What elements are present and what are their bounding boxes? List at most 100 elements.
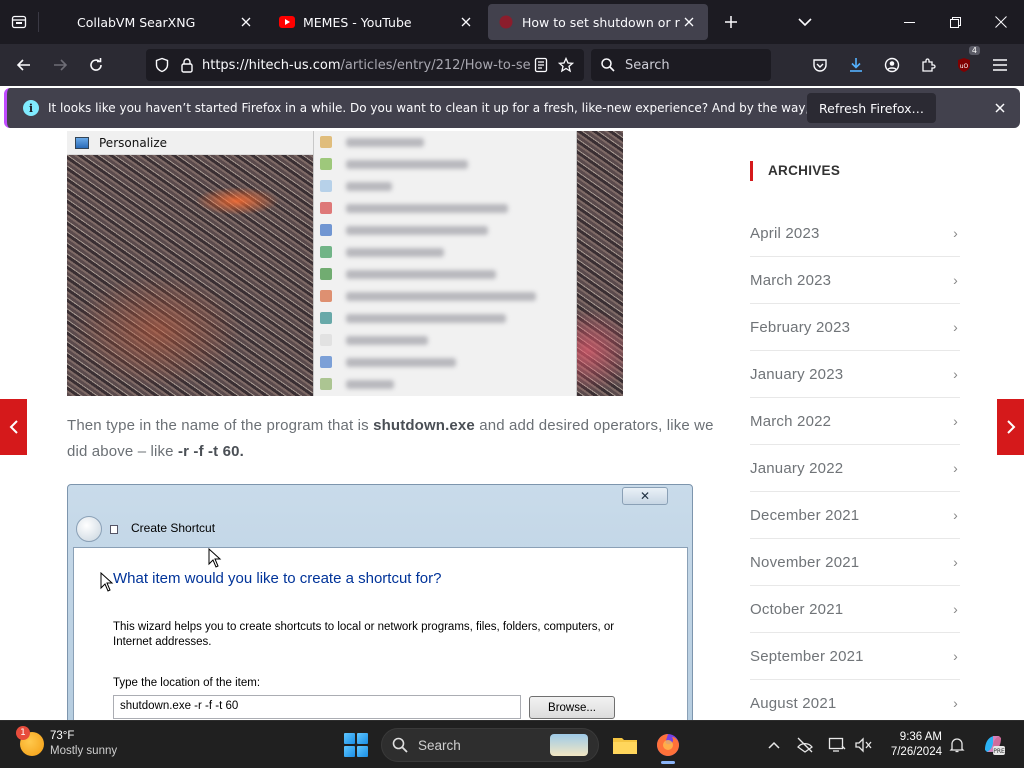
minimize-button[interactable] <box>886 0 932 44</box>
firefox-view-button[interactable] <box>0 0 38 44</box>
archive-link[interactable]: November 2021 › <box>750 539 960 586</box>
navigation-toolbar: https://hitech-us.com/articles/entry/212… <box>0 44 1024 86</box>
url-bar[interactable]: https://hitech-us.com/articles/entry/212… <box>146 49 584 81</box>
chevron-down-icon <box>798 18 812 27</box>
paragraph-text: Then type in the name of the program tha… <box>67 417 374 434</box>
app-menu-button[interactable] <box>982 49 1018 81</box>
tab-separator <box>38 12 39 32</box>
archive-label: August 2021 <box>750 694 837 712</box>
reload-button[interactable] <box>78 49 114 81</box>
tab-close-icon[interactable] <box>237 13 255 31</box>
chevron-up-icon <box>768 741 780 749</box>
forward-button[interactable] <box>42 49 78 81</box>
search-highlight-image <box>550 734 588 756</box>
firefox-taskbar-button[interactable] <box>652 729 684 764</box>
youtube-icon <box>279 14 295 30</box>
list-item <box>314 175 576 197</box>
tab-memes-youtube[interactable]: MEMES - YouTube <box>269 4 485 40</box>
windows-taskbar: 1 73°F Mostly sunny Search 9:36 AM 7/26/… <box>0 720 1024 768</box>
bookmark-star-icon[interactable] <box>558 57 574 73</box>
taskbar-search-box[interactable]: Search <box>381 728 599 762</box>
system-clock[interactable]: 9:36 AM 7/26/2024 <box>878 730 942 760</box>
toolbar-right-group: uO 4 <box>802 46 1018 81</box>
list-item <box>314 219 576 241</box>
notifications-button[interactable] <box>945 733 969 757</box>
list-item <box>314 373 576 395</box>
notification-close-icon[interactable] <box>992 100 1008 116</box>
pocket-icon <box>813 59 827 72</box>
tab-how-to-set-shutdown[interactable]: How to set shutdown or restart <box>488 4 708 40</box>
next-article-arrow[interactable] <box>997 399 1024 455</box>
tab-close-icon[interactable] <box>680 13 698 31</box>
dialog-description: This wizard helps you to create shortcut… <box>113 621 615 648</box>
ublock-origin-button[interactable]: uO 4 <box>946 46 982 81</box>
monitor-icon <box>828 737 846 752</box>
archive-link[interactable]: January 2022 › <box>750 445 960 492</box>
web-page: Personalize Then type in the name of the… <box>0 131 1024 720</box>
firefox-view-icon <box>11 15 27 29</box>
network-status-button[interactable] <box>793 733 817 757</box>
close-window-button[interactable] <box>978 0 1024 44</box>
url-path: /articles/entry/212/How-to-se <box>340 57 531 73</box>
volume-button[interactable] <box>851 733 875 757</box>
extensions-button[interactable] <box>910 49 946 81</box>
shortcut-icon <box>110 525 118 534</box>
archive-link[interactable]: February 2023 › <box>750 304 960 351</box>
list-item <box>314 285 576 307</box>
reader-view-icon[interactable] <box>534 57 548 73</box>
archive-link[interactable]: March 2022 › <box>750 398 960 445</box>
archive-link[interactable]: January 2023 › <box>750 351 960 398</box>
downloads-button[interactable] <box>838 49 874 81</box>
show-hidden-icons-button[interactable] <box>762 733 786 757</box>
tab-close-icon[interactable] <box>457 13 475 31</box>
archives-heading: ARCHIVES <box>750 161 960 181</box>
new-tab-button[interactable] <box>712 4 750 40</box>
shield-icon[interactable] <box>154 57 170 73</box>
personalize-label: Personalize <box>99 135 168 150</box>
mouse-cursor-icon <box>208 548 222 568</box>
weather-widget[interactable]: 1 73°F Mostly sunny <box>16 726 117 759</box>
back-button[interactable] <box>6 49 42 81</box>
context-menu-screenshot-image: Personalize <box>67 131 623 396</box>
ublock-count-badge: 4 <box>968 46 980 55</box>
search-bar[interactable]: Search <box>591 49 771 81</box>
reload-icon <box>90 58 102 71</box>
archive-link[interactable]: December 2021 › <box>750 492 960 539</box>
account-icon <box>884 57 900 73</box>
tab-title: How to set shutdown or restart <box>522 14 680 30</box>
archive-link[interactable]: March 2023 › <box>750 257 960 304</box>
copilot-button[interactable]: PRE <box>980 731 1006 757</box>
archive-link[interactable]: October 2021 › <box>750 586 960 633</box>
display-settings-button[interactable] <box>825 733 849 757</box>
create-shortcut-dialog-image: ✕ Create Shortcut What item would you li… <box>67 484 693 720</box>
windows-start-icon[interactable] <box>344 733 368 757</box>
account-button[interactable] <box>874 49 910 81</box>
tab-collabvm-searxng[interactable]: CollabVM SearXNG <box>43 4 265 40</box>
weather-text: 73°F Mostly sunny <box>50 729 117 759</box>
chevron-right-icon: › <box>953 460 958 476</box>
restore-icon <box>949 16 961 28</box>
list-all-tabs-button[interactable] <box>790 4 820 40</box>
list-item <box>314 197 576 219</box>
chevron-right-icon: › <box>953 413 958 429</box>
list-item <box>314 263 576 285</box>
list-item <box>314 131 576 153</box>
archive-label: January 2023 <box>750 365 844 383</box>
archive-link[interactable]: April 2023 › <box>750 210 960 257</box>
taskbar-search-label: Search <box>418 737 461 753</box>
url-text[interactable]: https://hitech-us.com/articles/entry/212… <box>202 58 534 73</box>
file-explorer-button[interactable] <box>609 729 641 761</box>
refresh-firefox-button[interactable]: Refresh Firefox… <box>807 93 937 123</box>
previous-article-arrow[interactable] <box>0 399 27 455</box>
archive-label: March 2023 <box>750 271 832 289</box>
archive-label: October 2021 <box>750 600 844 618</box>
chevron-right-icon: › <box>953 648 958 664</box>
archive-link[interactable]: August 2021 › <box>750 680 960 720</box>
chevron-right-icon: › <box>953 695 958 711</box>
firefox-icon <box>657 734 679 756</box>
archive-link[interactable]: September 2021 › <box>750 633 960 680</box>
restore-button[interactable] <box>932 0 978 44</box>
lock-icon[interactable] <box>180 57 194 73</box>
pocket-button[interactable] <box>802 49 838 81</box>
browse-button: Browse... <box>529 696 615 719</box>
